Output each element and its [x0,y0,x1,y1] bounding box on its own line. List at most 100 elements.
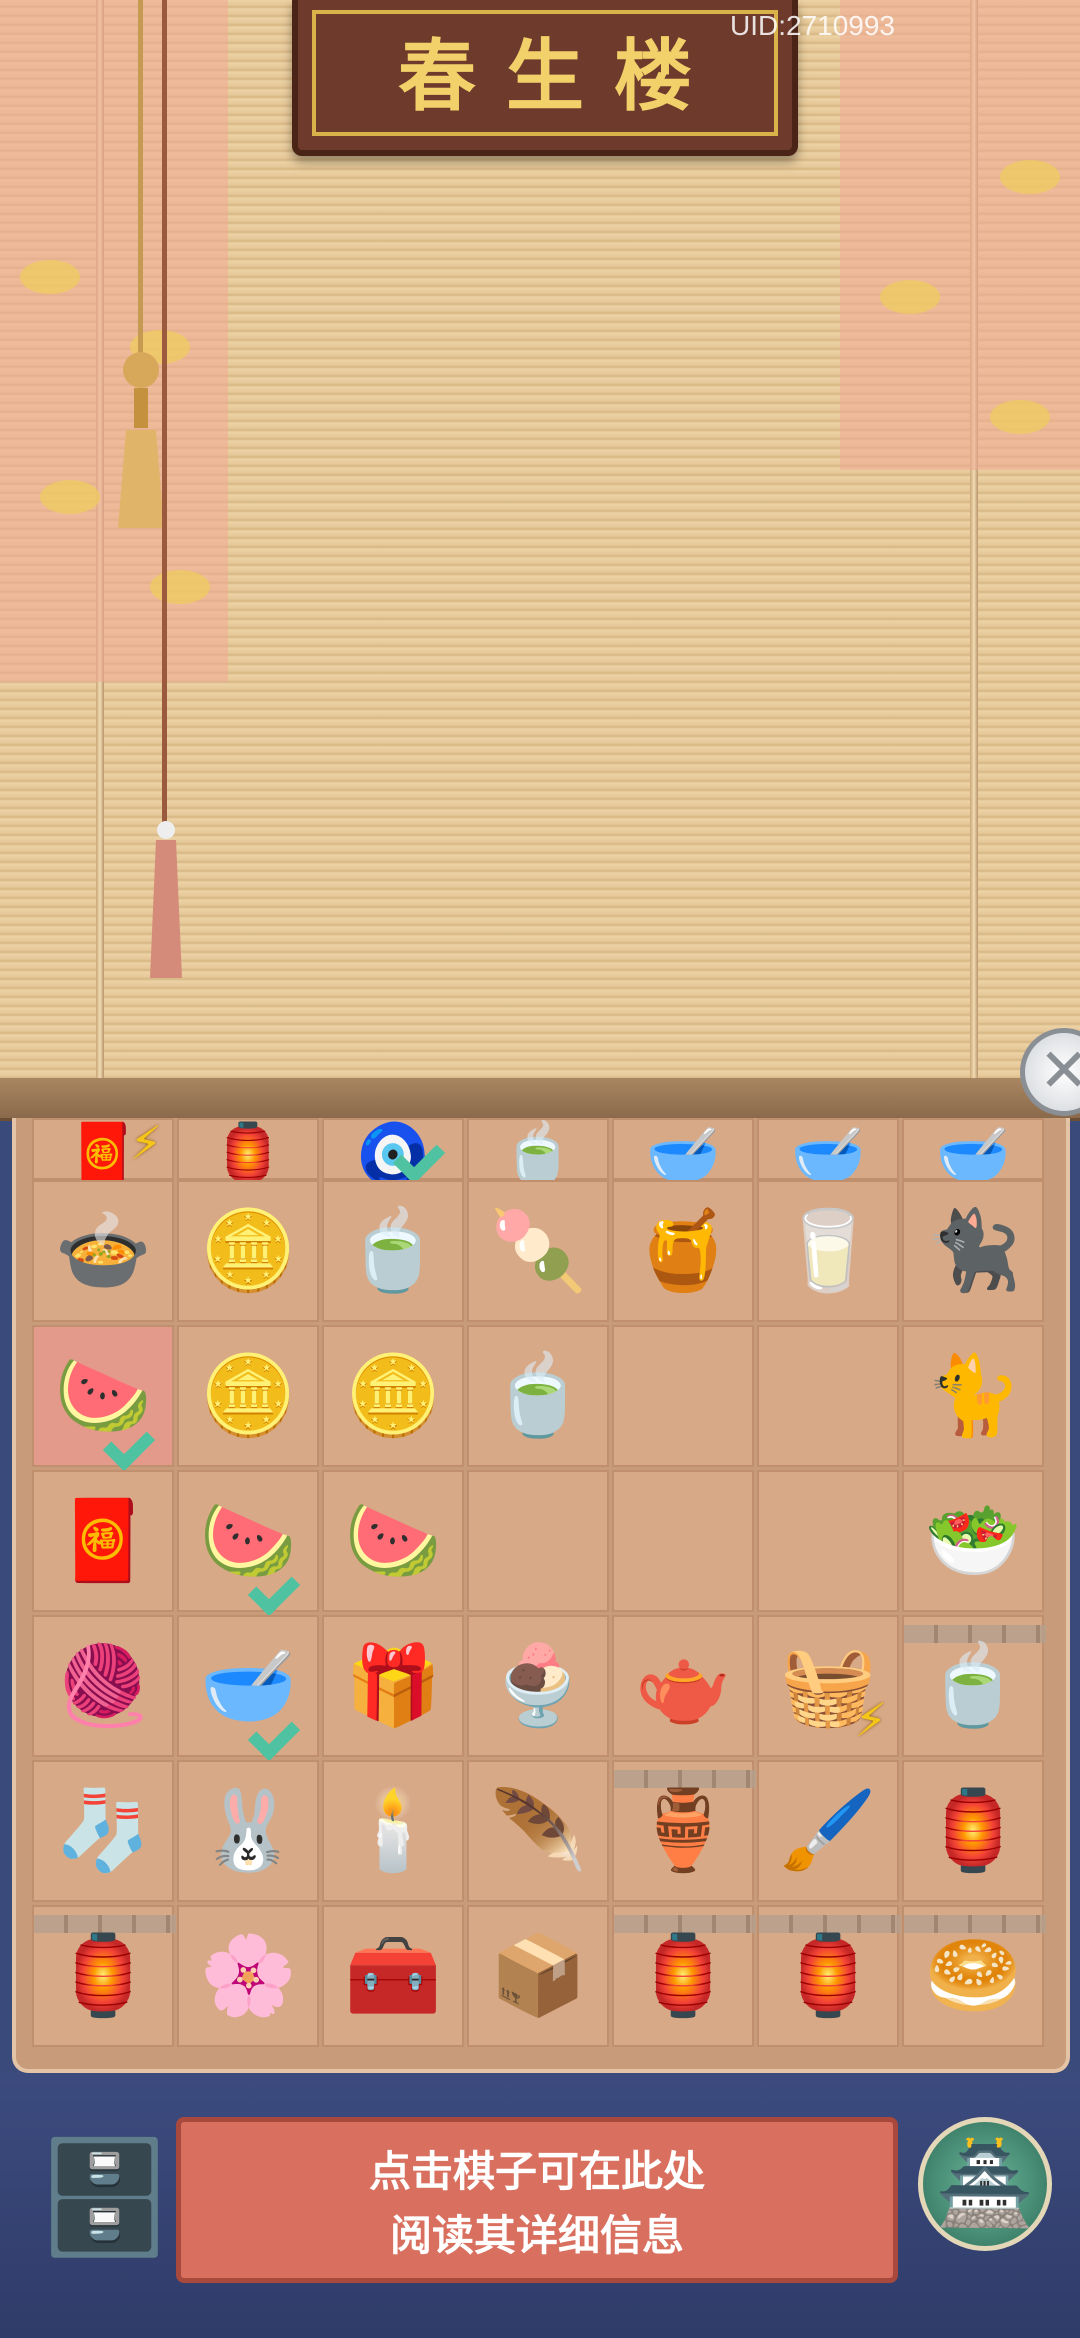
board-cell[interactable]: 🍉 [32,1325,174,1467]
board-cell[interactable]: 🏮 [902,1760,1044,1902]
mung-bean-soup-icon[interactable]: 🥗 [924,1502,1021,1580]
info-panel-text: 点击棋子可在此处 阅读其详细信息 [368,2147,705,2260]
board-cell[interactable]: 🍉 [322,1470,464,1612]
board-cell[interactable]: 🧰 [322,1905,464,2047]
board-cell[interactable]: 🧺 ⚡ [757,1615,899,1757]
coins-stack-icon[interactable]: 🪙 [199,1357,296,1435]
wooden-lantern-1-icon[interactable]: 🏮 [54,1937,151,2015]
wooden-lantern-2-icon[interactable]: 🏮 [634,1937,731,2015]
board-cell[interactable]: 🐰 [177,1760,319,1902]
board-cell[interactable]: 🥣 [902,1118,1044,1185]
watermelon-slice-icon[interactable]: 🍉 [344,1502,441,1580]
board-cell[interactable]: 🏺 [612,1760,756,1902]
tea-cup-green-icon[interactable]: 🍵 [344,1212,441,1290]
board-cell[interactable]: 🌸 [177,1905,319,2047]
black-cat-icon[interactable]: 🐈‍⬛ [924,1212,1021,1290]
pink-tassel-icon [146,820,186,984]
pavilion-icon[interactable]: 🏯 [918,2117,1052,2251]
board-cell[interactable]: 🎁 [322,1615,464,1757]
board-cell[interactable]: 🥣 [757,1118,899,1185]
tea-bowl-stand-icon[interactable]: 🍵 [924,1647,1021,1725]
blue-hairpin-icon[interactable]: 🌸 [199,1937,296,2015]
board-cell[interactable]: 🕯️ [322,1760,464,1902]
board-cell[interactable]: 🥛 [757,1180,899,1322]
red-lantern-icon[interactable]: 🏮 [924,1792,1021,1870]
coins-small-icon[interactable]: 🪙 [199,1212,296,1290]
coins-pair-icon[interactable]: 🪙 [344,1357,441,1435]
board-cell[interactable]: 🐈 [902,1325,1044,1467]
empty-cell[interactable] [467,1470,609,1612]
lightning-bolt-icon: ⚡ [129,1116,162,1170]
wooden-box-icon[interactable]: 🎁 [344,1647,441,1725]
red-gems-icon[interactable]: 🧧 [54,1502,151,1580]
tool-box-icon[interactable]: 🧰 [344,1937,441,2015]
milk-bowl-icon[interactable]: 🥛 [779,1212,876,1290]
board-cell[interactable]: 🍵 [322,1180,464,1322]
board-cell[interactable]: 🥣 [177,1615,319,1757]
partial-item-bowl-green-icon[interactable]: 🥣 [936,1125,1011,1185]
board-cell[interactable]: 🏮 [32,1905,176,2047]
small-box-icon[interactable]: 📦 [489,1937,586,2015]
partial-item-tray-icon[interactable]: 🍵 [501,1125,576,1185]
board-cell[interactable]: 🧿 [322,1118,464,1185]
board-cell[interactable]: 🪙 [177,1180,319,1322]
pink-pastry-icon[interactable]: 🍡 [489,1212,586,1290]
tabby-cat-icon[interactable]: 🐈 [924,1357,1021,1435]
board-cell[interactable]: 📦 [467,1905,609,2047]
board-cell[interactable]: 🧶 [32,1615,174,1757]
jade-ring-icon[interactable]: 🥯 [924,1937,1021,2015]
board-cell[interactable]: 🐈‍⬛ [902,1180,1044,1322]
board-cell[interactable]: 🥗 [902,1470,1044,1612]
checkmark-icon [251,1709,311,1753]
board-cell[interactable]: 🪶 [467,1760,609,1902]
partial-item-bowl-white-icon[interactable]: 🥣 [791,1125,866,1185]
incense-burner-icon[interactable]: 🕯️ [344,1792,441,1870]
wooden-lantern-3-icon[interactable]: 🏮 [779,1937,876,2015]
merge-board: 🧧 ⚡ 🏮 🧿 🍵 🥣 🥣 🥣 🍲 🪙 🍵 🍡 🍯 🥛 🐈‍⬛ 🍉 🪙 🪙 🍵 🐈 🧧 🍉 🍉 🥗 🧶 🥣 🎁 🍨 🫖 🧺 ⚡ 🍵 🧦 🐰 🕯️ 🪶 🏺… [12,1116,1070,2073]
empty-cell[interactable] [757,1325,899,1467]
board-cell[interactable]: 🍨 [467,1615,609,1757]
board-cell[interactable]: 🍯 [612,1180,754,1322]
board-cell[interactable]: 🧦 [32,1760,174,1902]
berry-pudding-icon[interactable]: 🍨 [489,1647,586,1725]
silk-cocoons-icon[interactable]: 🧦 [54,1792,151,1870]
board-cell[interactable]: 🍲 [32,1180,174,1322]
uid-label: UID:2710993 [730,10,896,41]
silk-spindle-icon[interactable]: 🧶 [54,1647,151,1725]
board-cell[interactable]: 🍉 [177,1470,319,1612]
wicker-cage-icon[interactable]: 🏺 [634,1792,731,1870]
tea-cup-blue-icon[interactable]: 🍵 [489,1357,586,1435]
board-cell[interactable]: 🪙 [177,1325,319,1467]
item-info-panel: 点击棋子可在此处 阅读其详细信息 [176,2117,898,2283]
board-cell[interactable]: 🫖 [612,1615,754,1757]
bunny-peach-buns-icon[interactable]: 🐰 [199,1792,296,1870]
board-cell[interactable]: 🍵 [902,1615,1046,1757]
empty-cell[interactable] [612,1325,754,1467]
partial-item-bowl-blue-icon[interactable]: 🥣 [646,1125,721,1185]
board-cell[interactable]: 🖌️ [757,1760,899,1902]
cabinet-icon[interactable]: 🗄️ [36,2133,173,2261]
board-cell[interactable]: 🥯 [902,1905,1046,2047]
empty-cell[interactable] [757,1470,899,1612]
blue-tea-jar-icon[interactable]: 🫖 [634,1647,731,1725]
brush-scroll-icon[interactable]: 🖌️ [779,1792,876,1870]
board-cell[interactable]: 🏮 [177,1118,319,1185]
checkmark-icon [251,1564,311,1608]
board-cell[interactable]: 🧧 [32,1470,174,1612]
board-cell[interactable]: 🍵 [467,1118,609,1185]
empty-cell[interactable] [612,1470,754,1612]
board-cell[interactable]: 🥣 [612,1118,754,1185]
board-cell[interactable]: 🏮 [612,1905,756,2047]
board-cell[interactable]: 🍡 [467,1180,609,1322]
board-cell[interactable]: 🪙 [322,1325,464,1467]
porcelain-bowl-icon[interactable]: 🍯 [634,1212,731,1290]
curtain-left [0,0,228,682]
bamboo-blind [0,0,1080,1080]
partial-item-lantern-purple-icon[interactable]: 🏮 [211,1125,286,1185]
red-bean-soup-icon[interactable]: 🍲 [54,1212,151,1290]
jade-feather-icon[interactable]: 🪶 [489,1792,586,1870]
board-cell[interactable]: 🧧 ⚡ [32,1116,174,1185]
board-grid: 🧧 ⚡ 🏮 🧿 🍵 🥣 🥣 🥣 🍲 🪙 🍵 🍡 🍯 🥛 🐈‍⬛ 🍉 🪙 🪙 🍵 🐈 🧧 🍉 🍉 🥗 🧶 🥣 🎁 🍨 🫖 🧺 ⚡ 🍵 🧦 🐰 🕯️ 🪶 🏺… [32,1116,1062,2053]
board-cell[interactable]: 🍵 [467,1325,609,1467]
board-cell[interactable]: 🏮 [757,1905,901,2047]
